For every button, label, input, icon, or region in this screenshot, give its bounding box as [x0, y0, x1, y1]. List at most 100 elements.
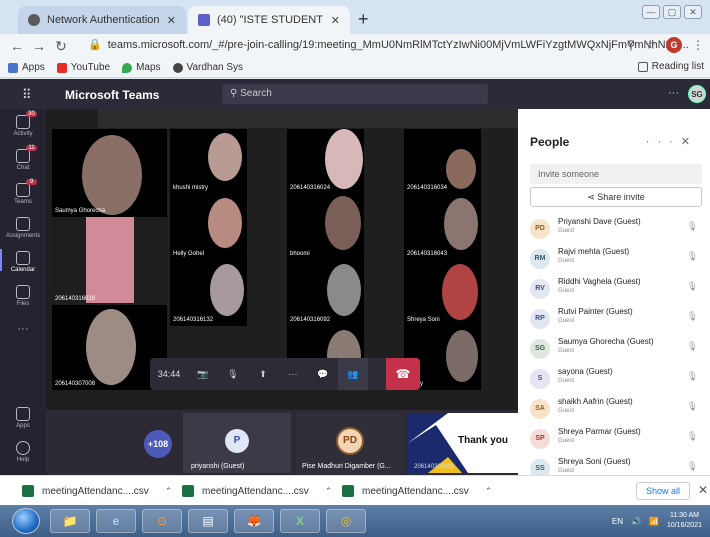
rail-calendar[interactable]: Calendar — [0, 249, 46, 273]
participant-row[interactable]: RV Riddhi Vaghela (Guest) Guest 🎙 — [526, 273, 706, 303]
rail-more[interactable]: ··· — [0, 323, 46, 335]
more-options-icon[interactable]: ··· — [668, 87, 679, 99]
menu-icon[interactable]: ⋮ — [692, 38, 704, 52]
csv-file-icon — [342, 485, 354, 497]
share-screen-icon[interactable]: ⬆ — [248, 369, 278, 380]
more-actions-icon[interactable]: ··· — [278, 369, 308, 379]
download-item[interactable]: meetingAttendanc....csv ⌃ — [22, 485, 172, 497]
taskbar-firefox-icon[interactable]: 🦊 — [234, 509, 274, 533]
app-launcher-icon[interactable]: ⠿ — [22, 87, 32, 103]
star-icon[interactable]: ☆ — [645, 38, 656, 52]
people-title: People — [530, 135, 570, 149]
start-button[interactable] — [12, 508, 40, 534]
new-tab-button[interactable]: + — [358, 9, 369, 30]
rail-files[interactable]: Files — [0, 285, 46, 307]
taskbar-explorer-icon[interactable]: 📁 — [50, 509, 90, 533]
mic-off-icon[interactable]: 🎙 — [218, 369, 248, 380]
video-tile[interactable]: Helly Gohel — [170, 194, 247, 260]
video-tile[interactable]: 206140316028 — [52, 217, 167, 305]
bookmark-apps[interactable]: Apps — [8, 62, 45, 73]
search-placeholder: Search — [240, 88, 272, 99]
reading-list-button[interactable]: Reading list — [637, 61, 704, 72]
browser-tab-bar: Network Authentication ✕ (40) "ISTE STUD… — [0, 0, 710, 34]
thank-you-tile[interactable]: Thank you 206140307081 — [408, 413, 518, 473]
forward-icon[interactable]: → — [28, 38, 50, 54]
chevron-up-icon[interactable]: ⌃ — [325, 486, 333, 497]
close-tab-icon[interactable]: ✕ — [167, 14, 176, 27]
mic-muted-icon: 🎙 — [686, 431, 698, 441]
participant-row[interactable]: SA shaikh Aafrin (Guest) Guest 🎙 — [526, 393, 706, 423]
teams-icon — [16, 183, 30, 197]
participant-row[interactable]: PD Priyanshi Dave (Guest) Guest 🎙 — [526, 213, 706, 243]
clock[interactable]: 11:30 AM 10/16/2021 — [667, 511, 702, 531]
participants-icon[interactable]: 👥 — [338, 358, 368, 390]
rail-activity[interactable]: 30 Activity — [0, 111, 46, 137]
zoom-icon[interactable]: ⚲ — [626, 38, 635, 52]
hang-up-button[interactable]: ☎ — [386, 358, 420, 390]
participant-name: 206140316024 — [290, 185, 331, 191]
language-indicator[interactable]: EN — [612, 517, 623, 526]
taskbar-excel-icon[interactable]: X — [280, 509, 320, 533]
overflow-participants-badge[interactable]: +108 — [144, 430, 172, 458]
taskbar-chrome-icon[interactable]: ◎ — [326, 509, 366, 533]
participant-row[interactable]: RP Rutvi Painter (Guest) Guest 🎙 — [526, 303, 706, 333]
participant-row[interactable]: RM Rajvi mehta (Guest) Guest 🎙 — [526, 243, 706, 273]
video-tile[interactable]: 206140316043 — [404, 194, 481, 260]
chevron-up-icon[interactable]: ⌃ — [165, 486, 173, 497]
participant-row[interactable]: Ssayona (Guest) Guest 🎙 — [526, 363, 706, 393]
close-downloads-icon[interactable]: ✕ — [698, 483, 708, 497]
participant-name: Priyanshi Dave (Guest) — [558, 217, 641, 226]
taskbar-ie-icon[interactable]: e — [96, 509, 136, 533]
maximize-button[interactable]: ▢ — [663, 5, 681, 19]
minimize-button[interactable]: — — [642, 5, 660, 19]
search-input[interactable]: ⚲ Search — [222, 84, 488, 104]
reload-icon[interactable]: ↻ — [50, 38, 72, 55]
rail-help[interactable]: Help — [0, 441, 46, 463]
video-tile[interactable]: 206140316092 — [287, 260, 364, 326]
invite-input[interactable]: Invite someone — [530, 164, 702, 184]
more-icon[interactable]: ··· — [646, 136, 681, 148]
bookmark-maps[interactable]: Maps — [122, 62, 161, 73]
close-icon[interactable]: ✕ — [681, 136, 698, 148]
close-window-button[interactable]: ✕ — [684, 5, 702, 19]
close-tab-icon[interactable]: ✕ — [331, 14, 340, 27]
chat-icon[interactable]: 💬 — [308, 369, 338, 380]
participant-tile[interactable]: PD Pise Madhuri Digamber (G... — [296, 413, 404, 473]
taskbar-document-icon[interactable]: ▤ — [188, 509, 228, 533]
video-tile[interactable]: khushi mistry — [170, 129, 247, 194]
participant-name: Rajvi mehta (Guest) — [558, 247, 630, 256]
bookmark-youtube[interactable]: YouTube — [56, 62, 110, 73]
network-icon[interactable]: 📶 — [649, 517, 659, 526]
participant-row[interactable]: SG Saumya Ghorecha (Guest) Guest 🎙 — [526, 333, 706, 363]
url-field[interactable]: 🔒 teams.microsoft.com/_#/pre-join-calling… — [88, 38, 689, 51]
participant-name: 206140316132 — [173, 317, 214, 323]
video-tile[interactable]: 206140316132 — [170, 260, 247, 326]
video-tile[interactable]: 206140316024 — [287, 129, 364, 194]
back-icon[interactable]: ← — [6, 38, 28, 54]
rail-assignments[interactable]: Assignments — [0, 217, 46, 239]
taskbar-media-icon[interactable]: ⊙ — [142, 509, 182, 533]
volume-icon[interactable]: 🔊 — [631, 517, 641, 526]
participant-tile[interactable]: P priyanshi (Guest) — [183, 413, 291, 473]
download-item[interactable]: meetingAttendanc....csv ⌃ — [182, 485, 332, 497]
show-all-button[interactable]: Show all — [636, 482, 690, 500]
user-avatar[interactable]: SG — [688, 85, 706, 103]
video-tile[interactable]: Saumya Ghorecha — [52, 129, 167, 217]
download-item[interactable]: meetingAttendanc....csv ⌃ — [342, 485, 492, 497]
participant-avatar: PD — [336, 427, 364, 455]
rail-teams[interactable]: 9 Teams — [0, 179, 46, 205]
video-tile[interactable]: Shreya Soni — [404, 260, 481, 326]
participant-row[interactable]: SP Shreya Parmar (Guest) Guest 🎙 — [526, 423, 706, 453]
url-text: teams.microsoft.com/_#/pre-join-calling/… — [107, 39, 689, 51]
share-invite-button[interactable]: ⋖ Share invite — [530, 187, 702, 207]
camera-off-icon[interactable]: 📷 — [188, 369, 218, 380]
tab-network-authentication[interactable]: Network Authentication ✕ — [18, 6, 186, 34]
rail-apps[interactable]: Apps — [0, 407, 46, 429]
bookmark-vardhan[interactable]: Vardhan Sys — [172, 62, 243, 73]
chevron-up-icon[interactable]: ⌃ — [485, 486, 493, 497]
video-tile[interactable]: bhoomi — [287, 194, 364, 260]
profile-avatar[interactable]: G — [666, 37, 682, 53]
tab-teams-meeting[interactable]: (40) "ISTE STUDENT CHAPTE ✕ — [188, 6, 350, 34]
video-tile[interactable]: 206140316034 — [404, 129, 481, 194]
rail-chat[interactable]: 11 Chat — [0, 145, 46, 171]
